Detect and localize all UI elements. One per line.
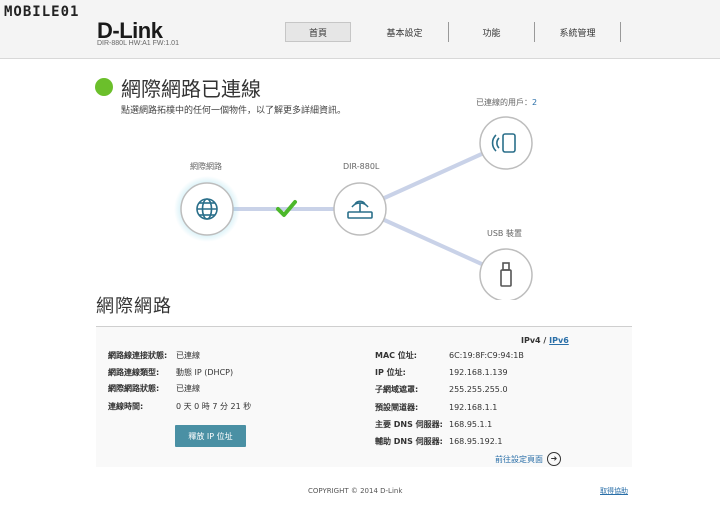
info-value: 192.168.1.1 xyxy=(449,403,498,412)
section-title: 網際網路 xyxy=(96,296,172,317)
arrow-right-icon: ➜ xyxy=(547,452,561,466)
info-value: 168.95.192.1 xyxy=(449,437,503,446)
info-key: 網際網路狀態: xyxy=(108,384,160,393)
info-row-mac: MAC 位址: 6C:19:8F:C9:94:1B xyxy=(375,350,524,361)
internet-label: 網際網路 xyxy=(190,162,222,171)
info-row-subnet: 子網域遮罩: 255.255.255.0 xyxy=(375,384,508,395)
info-row-ip: IP 位址: 192.168.1.139 xyxy=(375,367,508,378)
info-key: 子網域遮罩: xyxy=(375,385,419,394)
release-ip-button[interactable]: 釋放 IP 位址 xyxy=(175,425,246,447)
ipv6-link[interactable]: IPv6 xyxy=(549,336,569,345)
info-key: IP 位址: xyxy=(375,368,406,377)
network-topology xyxy=(174,116,533,300)
info-value: 168.95.1.1 xyxy=(449,420,493,429)
info-value: 6C:19:8F:C9:94:1B xyxy=(449,351,524,360)
clients-label-text: 已連線的用戶： xyxy=(476,98,532,107)
info-value: 動態 IP (DHCP) xyxy=(176,368,234,377)
clients-count: 2 xyxy=(532,98,538,107)
ipv4-link[interactable]: IPv4 xyxy=(521,336,541,345)
help-link[interactable]: 取得協助 xyxy=(600,486,628,496)
info-row-internet-status: 網際網路狀態: 已連線 xyxy=(108,383,200,394)
ip-version-separator: / xyxy=(543,336,547,345)
usb-label: USB 裝置 xyxy=(487,229,522,238)
clients-label: 已連線的用戶：2 xyxy=(476,97,537,108)
info-row-cable-status: 網路線連接狀態: 已連線 xyxy=(108,350,200,361)
info-value: 已連線 xyxy=(176,384,200,393)
info-row-secondary-dns: 輔助 DNS 伺服器: 168.95.192.1 xyxy=(375,436,502,447)
info-row-gateway: 預設閘道器: 192.168.1.1 xyxy=(375,402,497,413)
goto-settings-link[interactable]: 前往設定頁面 ➜ xyxy=(495,452,561,466)
info-value: 0 天 0 時 7 分 21 秒 xyxy=(176,402,252,411)
info-key: 輔助 DNS 伺服器: xyxy=(375,437,443,446)
router-node[interactable] xyxy=(333,182,387,236)
usb-node[interactable] xyxy=(479,248,533,300)
info-row-connection-type: 網路連線類型: 動態 IP (DHCP) xyxy=(108,367,233,378)
info-value: 192.168.1.139 xyxy=(449,368,508,377)
info-key: 主要 DNS 伺服器: xyxy=(375,420,443,429)
info-value: 255.255.255.0 xyxy=(449,385,508,394)
info-key: MAC 位址: xyxy=(375,351,418,360)
router-label: DIR-880L xyxy=(343,162,380,171)
ip-version-switch: IPv4 / IPv6 xyxy=(521,336,569,345)
goto-settings-text: 前往設定頁面 xyxy=(495,454,543,464)
info-key: 網路線連接狀態: xyxy=(108,351,168,360)
info-row-uptime: 連線時間: 0 天 0 時 7 分 21 秒 xyxy=(108,401,251,412)
info-value: 已連線 xyxy=(176,351,200,360)
info-key: 連線時間: xyxy=(108,402,144,411)
info-key: 預設閘道器: xyxy=(375,403,419,412)
copyright: COPYRIGHT © 2014 D-Link xyxy=(308,487,403,495)
internet-node[interactable] xyxy=(174,176,240,242)
clients-node[interactable] xyxy=(479,116,533,170)
info-row-primary-dns: 主要 DNS 伺服器: 168.95.1.1 xyxy=(375,419,492,430)
info-key: 網路連線類型: xyxy=(108,368,160,377)
